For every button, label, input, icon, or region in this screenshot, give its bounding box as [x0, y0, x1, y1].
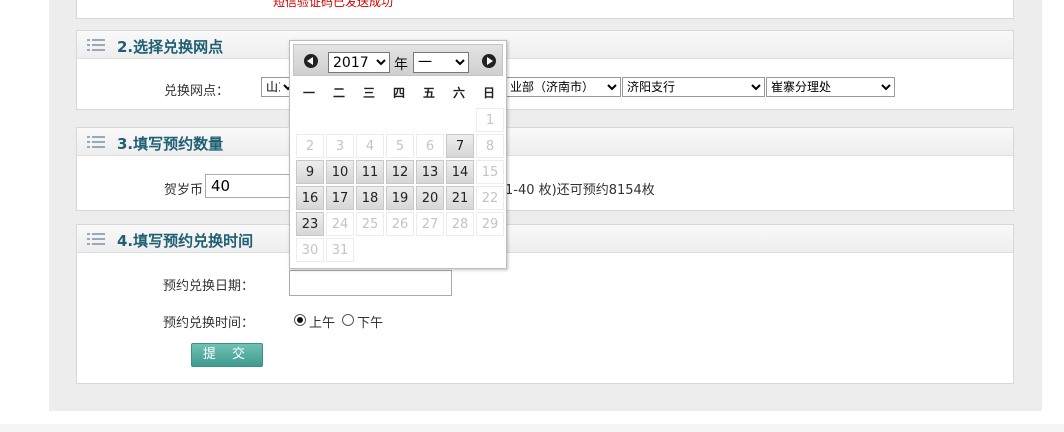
calendar-day: 8: [476, 134, 504, 158]
section-title: 2.选择兑换网点: [117, 38, 224, 56]
subbranch-select[interactable]: 济阳支行: [622, 77, 765, 97]
calendar-day[interactable]: 9: [296, 160, 324, 184]
calendar-day[interactable]: 23: [296, 212, 324, 236]
month-select[interactable]: 一: [413, 52, 469, 73]
pm-label: 下午: [357, 316, 384, 331]
calendar-day: 5: [386, 134, 414, 158]
list-icon: [87, 136, 105, 148]
calendar-day: 1: [476, 108, 504, 132]
calendar-day[interactable]: 14: [446, 160, 474, 184]
calendar-day[interactable]: 20: [416, 186, 444, 210]
prev-month-icon[interactable]: [304, 54, 318, 68]
calendar-day: 4: [356, 134, 384, 158]
weekday-header: 三: [362, 86, 375, 100]
date-input[interactable]: [289, 270, 452, 296]
calendar-day: 3: [326, 134, 354, 158]
calendar-day[interactable]: 12: [386, 160, 414, 184]
time-label: 预约兑换时间：: [163, 316, 255, 331]
calendar-day: 24: [326, 212, 354, 236]
weekday-header: 五: [422, 86, 435, 100]
date-picker: 2017 年 一 一二三四五六日 1 2 3 4 5 6 7 8 9 10 11 12 13 14 15 16 1…: [289, 40, 507, 269]
calendar-day[interactable]: 17: [326, 186, 354, 210]
footer-strip: [0, 424, 1064, 432]
section-header: 4.填写预约兑换时间: [77, 225, 1013, 253]
calendar-day: 27: [416, 212, 444, 236]
calendar-day: 28: [446, 212, 474, 236]
list-icon: [87, 233, 105, 245]
office-select[interactable]: 崔寨分理处: [766, 77, 895, 97]
quantity-hint: 1-40 枚)还可预约8154枚: [505, 183, 655, 198]
exchange-point-label: 兑换网点：: [164, 84, 230, 99]
section-header: 2.选择兑换网点: [77, 31, 1013, 59]
calendar-day: 31: [326, 238, 354, 262]
submit-button[interactable]: 提 交: [191, 343, 263, 367]
year-select[interactable]: 2017: [328, 52, 390, 73]
weekday-header: 二: [332, 86, 345, 100]
calendar-day: 15: [476, 160, 504, 184]
calendar-day[interactable]: 13: [416, 160, 444, 184]
section-title: 4.填写预约兑换时间: [117, 232, 254, 250]
calendar-day[interactable]: 10: [326, 160, 354, 184]
calendar-day: 30: [296, 238, 324, 262]
exchange-point-panel: 2.选择兑换网点 兑换网点： 山东 业部（济南市） 济阳支行 崔寨分理处: [76, 30, 1014, 110]
sms-status-text: 短信验证码已发送成功: [273, 0, 394, 9]
quantity-panel: 3.填写预约数量 贺岁币 1-40 枚)还可预约8154枚: [76, 127, 1014, 211]
coin-label: 贺岁币: [164, 183, 204, 198]
date-label: 预约兑换日期：: [163, 279, 255, 294]
list-icon: [87, 39, 105, 51]
calendar-day[interactable]: 11: [356, 160, 384, 184]
calendar-day[interactable]: 18: [356, 186, 384, 210]
time-panel: 4.填写预约兑换时间 预约兑换日期： 预约兑换时间： 上午 下午 提 交: [76, 224, 1014, 384]
next-month-icon[interactable]: [482, 54, 496, 68]
quantity-input[interactable]: [205, 174, 295, 198]
weekday-header: 六: [452, 86, 465, 100]
calendar-day: 29: [476, 212, 504, 236]
calendar-day: 26: [386, 212, 414, 236]
weekday-header: 四: [392, 86, 405, 100]
sms-panel: 短信验证码已发送成功: [76, 0, 1014, 19]
calendar-day[interactable]: 19: [386, 186, 414, 210]
date-picker-header: 2017 年 一: [293, 44, 503, 76]
calendar-day: 2: [296, 134, 324, 158]
calendar-day[interactable]: 16: [296, 186, 324, 210]
section-title: 3.填写预约数量: [117, 135, 224, 153]
weekday-header: 一: [302, 86, 315, 100]
calendar-day[interactable]: 7: [446, 134, 474, 158]
calendar-day[interactable]: 21: [446, 186, 474, 210]
weekday-header: 日: [482, 86, 495, 100]
calendar-day: 22: [476, 186, 504, 210]
am-radio[interactable]: [294, 314, 306, 326]
year-suffix: 年: [394, 57, 408, 73]
section-header: 3.填写预约数量: [77, 128, 1013, 156]
am-label: 上午: [309, 316, 336, 331]
calendar-day: 6: [416, 134, 444, 158]
pm-radio[interactable]: [342, 314, 354, 326]
branch-select[interactable]: 业部（济南市）: [505, 77, 621, 97]
calendar-day: 25: [356, 212, 384, 236]
